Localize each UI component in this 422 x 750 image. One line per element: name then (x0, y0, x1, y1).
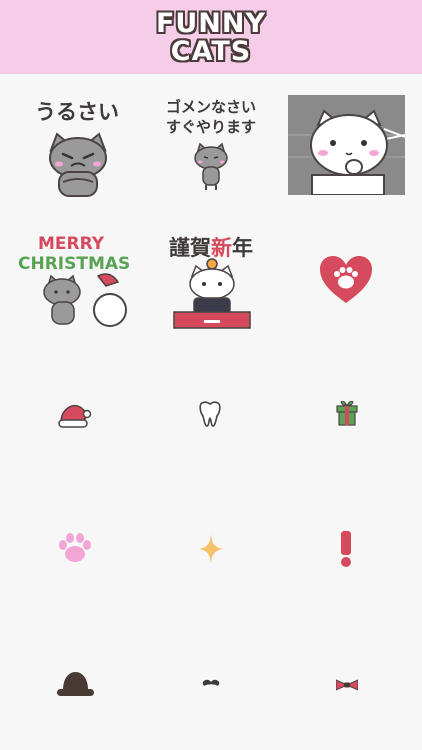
tooth-icon (199, 401, 221, 427)
bow-tie-icon (336, 679, 358, 691)
mustache-icon (202, 679, 220, 686)
sticker-kinga-part2: 新 (211, 236, 232, 260)
app-header: FUNNY CATS (0, 0, 422, 74)
pink-paw-icon (59, 533, 91, 562)
exclamation-icon (341, 531, 351, 567)
gray-cat-santa-icon (43, 273, 127, 327)
sticker-bow-tie[interactable] (336, 679, 358, 691)
sticker-exclamation[interactable] (339, 531, 353, 567)
sticker-gomen-line2: すぐやります (165, 118, 256, 136)
angry-gray-cat-icon (49, 132, 107, 197)
heart-paw-icon (320, 256, 372, 303)
sticker-kinga-shinnen[interactable]: 謹賀新年 (152, 228, 270, 332)
sticker-santa-hat[interactable] (58, 401, 92, 429)
sticker-pink-paw[interactable] (58, 532, 92, 564)
sticker-bowler-hat[interactable] (57, 670, 94, 698)
sticker-urusai-text: うるさい (35, 100, 119, 124)
app-title-line2: CATS (170, 36, 252, 67)
sticker-kinga-part1: 謹賀 (169, 236, 211, 260)
sticker-sparkle[interactable] (199, 534, 223, 564)
sticker-gomen-line1: ゴメンなさい (165, 98, 256, 116)
sticker-mustache[interactable] (202, 679, 220, 689)
sticker-tooth[interactable] (198, 400, 222, 428)
sticker-gift-box[interactable] (336, 401, 358, 427)
white-cat-thinking-icon (288, 95, 405, 195)
gift-box-icon (336, 401, 358, 426)
sticker-merry-word: MERRY (37, 234, 105, 254)
sticker-merry-christmas[interactable]: MERRY CHRISTMAS (18, 228, 136, 332)
sticker-christmas-word: CHRISTMAS (18, 254, 131, 274)
bowler-hat-icon (57, 672, 94, 696)
sticker-urusai[interactable]: うるさい (18, 92, 136, 200)
santa-hat-icon (58, 405, 92, 428)
sticker-kinga-part3: 年 (232, 236, 253, 260)
sticker-white-cat-thinking[interactable] (288, 95, 405, 195)
sparkle-icon (199, 534, 223, 564)
gray-cat-apologizing-icon (194, 142, 228, 190)
sticker-heart-paw[interactable] (318, 255, 374, 305)
app-title-line1: FUNNY (155, 8, 267, 39)
white-cat-new-year-icon (173, 258, 251, 329)
sticker-gomen[interactable]: ゴメンなさい すぐやります (152, 92, 270, 200)
